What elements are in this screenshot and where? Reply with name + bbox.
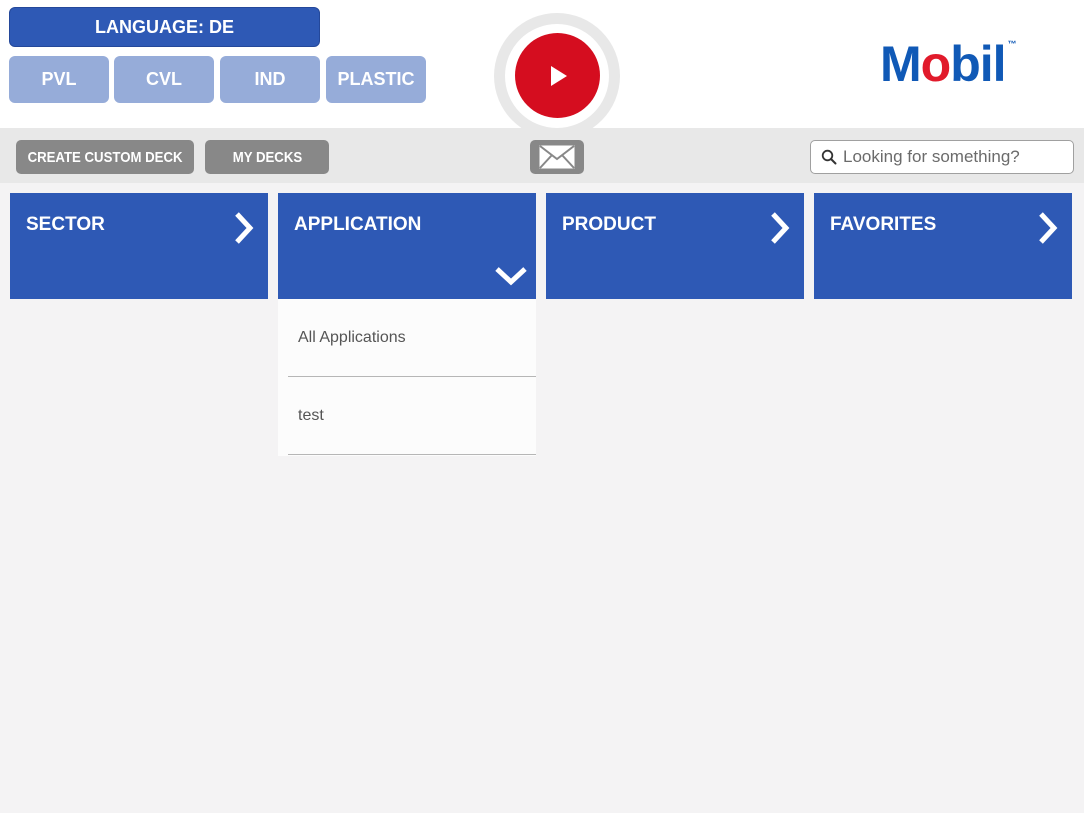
segment-label: PVL — [41, 69, 77, 89]
search-box[interactable] — [810, 140, 1074, 174]
dropdown-item-label: All Applications — [298, 329, 406, 346]
my-decks-label: MY DECKS — [232, 148, 302, 166]
tile-favorites[interactable]: FAVORITES — [814, 193, 1072, 299]
dropdown-item-test[interactable]: test — [288, 377, 536, 455]
search-icon — [821, 149, 837, 165]
chevron-right-icon — [235, 212, 254, 244]
segment-button-ind[interactable]: IND — [220, 56, 320, 103]
create-custom-deck-button[interactable]: CREATE CUSTOM DECK — [16, 140, 194, 174]
chevron-right-icon — [1039, 212, 1058, 244]
logo-text-m: M — [880, 36, 922, 92]
create-deck-label: CREATE CUSTOM DECK — [27, 148, 183, 166]
logo-trademark: ™ — [1007, 39, 1017, 49]
logo-text-o: o — [920, 36, 952, 92]
language-label: LANGUAGE: DE — [95, 16, 234, 37]
chevron-down-icon — [495, 267, 527, 286]
segment-label: CVL — [146, 69, 182, 89]
segment-button-cvl[interactable]: CVL — [114, 56, 214, 103]
language-button[interactable]: LANGUAGE: DE — [9, 7, 320, 47]
logo-text-bil: bil — [950, 36, 1006, 92]
segment-label: IND — [254, 69, 286, 89]
chevron-right-icon — [771, 212, 790, 244]
play-button[interactable] — [515, 33, 600, 118]
my-decks-button[interactable]: MY DECKS — [205, 140, 329, 174]
segment-button-pvl[interactable]: PVL — [9, 56, 109, 103]
tile-label: SECTOR — [26, 214, 105, 235]
dropdown-item-label: test — [298, 407, 324, 424]
tile-label: APPLICATION — [294, 214, 422, 235]
dropdown-item-all-applications[interactable]: All Applications — [288, 299, 536, 377]
segment-button-plastic[interactable]: PLASTIC — [326, 56, 426, 103]
segment-label: PLASTIC — [337, 69, 415, 89]
tile-label: FAVORITES — [830, 214, 937, 235]
envelope-icon — [539, 145, 575, 169]
tile-product[interactable]: PRODUCT — [546, 193, 804, 299]
application-dropdown: All Applications test — [278, 299, 536, 456]
tile-label: PRODUCT — [562, 214, 656, 235]
tile-application[interactable]: APPLICATION — [278, 193, 536, 299]
search-input[interactable] — [843, 147, 1068, 167]
email-button[interactable] — [530, 140, 584, 174]
mobil-logo: Mo bil ™ — [880, 38, 1040, 94]
tile-sector[interactable]: SECTOR — [10, 193, 268, 299]
play-icon — [550, 65, 567, 86]
